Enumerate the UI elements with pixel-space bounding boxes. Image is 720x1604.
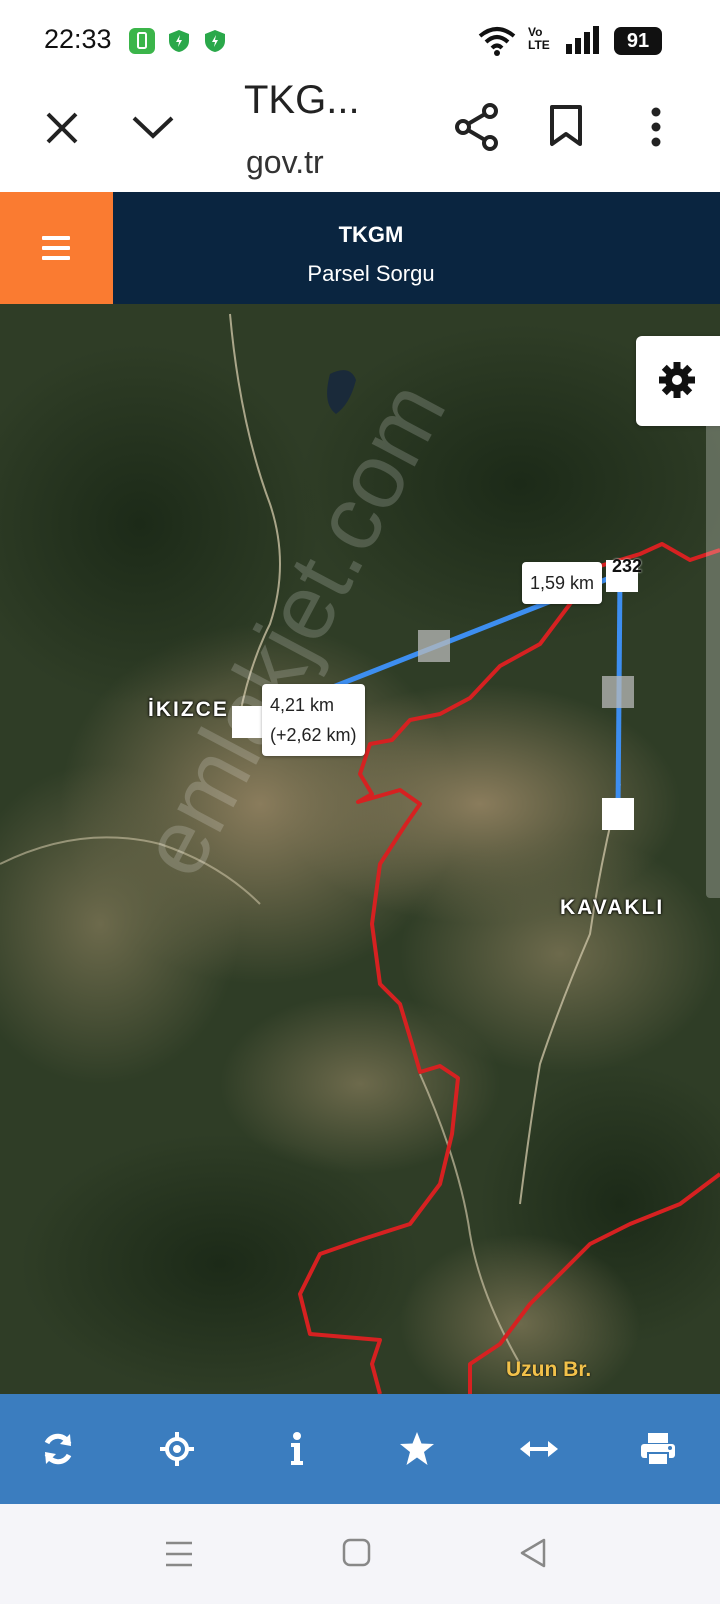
battery-saver-icon	[129, 28, 155, 54]
page-title[interactable]: TKG...	[244, 78, 360, 123]
print-button[interactable]	[621, 1414, 693, 1484]
favorite-star-icon	[400, 1432, 434, 1465]
close-icon[interactable]	[42, 108, 82, 153]
status-bar: 22:33 Vo LTE 91	[0, 0, 720, 78]
wifi-icon	[478, 26, 516, 61]
app-subtitle: Parsel Sorgu	[307, 261, 435, 286]
info-button[interactable]	[261, 1414, 333, 1484]
locate-icon	[160, 1432, 194, 1466]
measure-button[interactable]	[501, 1414, 573, 1484]
measure-midpoint-handle	[602, 676, 634, 708]
favorite-button[interactable]	[381, 1414, 453, 1484]
hamburger-menu-icon-bar	[42, 246, 70, 250]
browser-toolbar: TKG... gov.tr	[0, 78, 720, 192]
locate-button[interactable]	[141, 1414, 213, 1484]
hamburger-menu-icon	[42, 236, 70, 240]
place-label-kavakli: KAVAKLI	[560, 896, 665, 919]
hamburger-menu-button[interactable]	[0, 192, 113, 304]
measure-vertex-handle	[602, 798, 634, 830]
bookmark-icon[interactable]	[548, 104, 586, 153]
page-domain[interactable]: gov.tr	[246, 144, 324, 181]
shield-icon	[202, 28, 228, 54]
status-time: 22:33	[44, 24, 112, 54]
map-toolbar	[0, 1394, 720, 1504]
segment-distance: 1,59 km	[530, 573, 595, 593]
place-label-ikizce: İKIZCE	[148, 698, 229, 721]
print-icon	[641, 1433, 675, 1466]
info-icon	[291, 1432, 303, 1465]
network-type-label: Vo LTE	[528, 25, 550, 52]
home-icon[interactable]	[342, 1538, 372, 1573]
place-label-uzun: Uzun Br.	[506, 1358, 592, 1381]
recent-apps-icon[interactable]	[164, 1540, 194, 1573]
additional-distance: (+2,62 km)	[270, 725, 357, 745]
total-distance: 4,21 km	[270, 695, 335, 715]
more-vert-icon[interactable]	[648, 106, 664, 153]
app-header: TKGM Parsel Sorgu	[0, 192, 720, 304]
chevron-down-icon[interactable]	[130, 112, 176, 147]
refresh-icon	[44, 1433, 72, 1465]
measure-midpoint-handle	[418, 630, 450, 662]
share-icon[interactable]	[454, 102, 500, 157]
signal-icon	[566, 26, 602, 59]
total-distance-label: 4,21 km (+2,62 km)	[262, 684, 365, 756]
measure-icon	[520, 1441, 558, 1457]
back-icon[interactable]	[518, 1538, 548, 1573]
app-title: TKGM	[338, 222, 404, 247]
battery-level: 91	[614, 27, 662, 55]
segment-distance-label: 1,59 km	[522, 562, 603, 604]
satellite-map[interactable]: emlakjet.com İKIZCE KAVAKLI Uzun Br. 232…	[0, 304, 720, 1394]
tile-fragment-label: 232	[612, 556, 643, 576]
shield-icon	[166, 28, 192, 54]
refresh-button[interactable]	[22, 1414, 94, 1484]
hamburger-menu-icon-bar	[42, 256, 70, 260]
android-navigation-bar	[0, 1504, 720, 1604]
map-scroll-handle[interactable]	[706, 398, 720, 898]
